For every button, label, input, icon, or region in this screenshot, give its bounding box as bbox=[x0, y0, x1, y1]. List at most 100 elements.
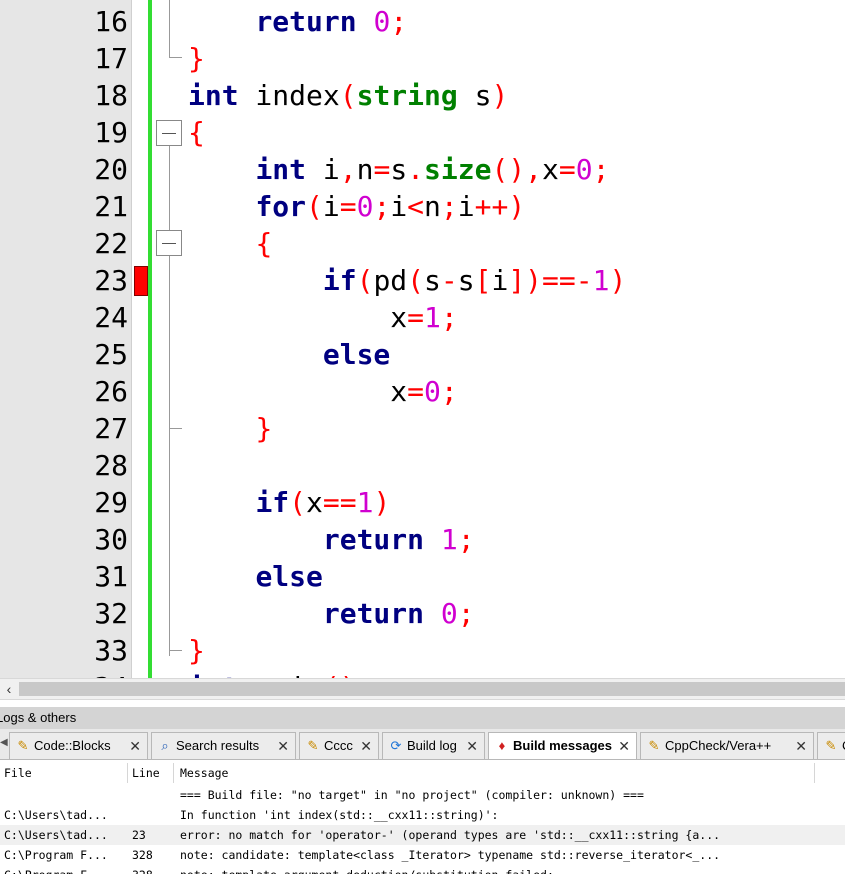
line-number[interactable]: 25 bbox=[0, 336, 128, 373]
column-separator[interactable] bbox=[173, 763, 174, 783]
code-line[interactable]: return 0; bbox=[188, 595, 475, 632]
code-line[interactable]: } bbox=[188, 632, 205, 669]
line-number[interactable]: 19 bbox=[0, 114, 128, 151]
fold-toggle-icon[interactable] bbox=[156, 120, 182, 146]
line-number[interactable]: 18 bbox=[0, 77, 128, 114]
tab-scroll-left-icon[interactable]: ◀ bbox=[0, 737, 8, 748]
code-line[interactable]: return 0; bbox=[188, 3, 407, 40]
column-header-file[interactable]: File bbox=[4, 764, 32, 782]
scrollbar-thumb[interactable] bbox=[19, 682, 845, 696]
code-token: int bbox=[255, 153, 307, 186]
code-line[interactable]: if(x==1) bbox=[188, 484, 390, 521]
line-number[interactable]: 26 bbox=[0, 373, 128, 410]
line-number[interactable]: 33 bbox=[0, 632, 128, 669]
tab-c[interactable]: ✎C bbox=[817, 732, 845, 759]
fold-toggle-icon[interactable] bbox=[156, 230, 182, 256]
build-messages-table[interactable]: File Line Message === Build file: "no ta… bbox=[0, 761, 845, 874]
code-token: ( bbox=[356, 264, 374, 297]
tab-build-messages[interactable]: ♦ Build messages ✕ bbox=[488, 732, 637, 759]
cell-file: C:\Program F... bbox=[4, 848, 108, 862]
line-number[interactable]: 16 bbox=[0, 3, 128, 40]
close-icon[interactable]: ✕ bbox=[795, 733, 807, 759]
table-row[interactable]: C:\Program F... 328 note: candidate: templ… bbox=[0, 845, 845, 865]
line-number[interactable]: 22 bbox=[0, 225, 128, 262]
code-token: 0 bbox=[356, 190, 374, 223]
line-number[interactable]: 29 bbox=[0, 484, 128, 521]
close-icon[interactable]: ✕ bbox=[277, 733, 289, 759]
code-token: 1 bbox=[356, 486, 374, 519]
line-number[interactable]: 31 bbox=[0, 558, 128, 595]
cell-file: C:\Users\tad... bbox=[4, 828, 108, 842]
table-row[interactable]: C:\Users\tad... In function 'int index(st… bbox=[0, 805, 845, 825]
code-line[interactable]: else bbox=[188, 558, 323, 595]
column-separator[interactable] bbox=[814, 763, 815, 783]
tab-cccc[interactable]: ✎ Cccc ✕ bbox=[299, 732, 379, 759]
code-token: } bbox=[188, 42, 205, 75]
close-icon[interactable]: ✕ bbox=[360, 733, 372, 759]
code-token: size bbox=[424, 153, 492, 186]
table-row[interactable]: C:\Program F... 328 note: template argumen… bbox=[0, 865, 845, 874]
code-editor[interactable]: 16171819202122232425262728293031323334 r… bbox=[0, 0, 845, 678]
line-number[interactable]: 27 bbox=[0, 410, 128, 447]
logs-panel-title: Logs & others bbox=[0, 707, 845, 729]
tab-code-blocks[interactable]: ✎ Code::Blocks ✕ bbox=[9, 732, 148, 759]
code-token: == bbox=[322, 486, 357, 519]
code-token: 0 bbox=[424, 375, 441, 408]
code-token: s bbox=[457, 79, 492, 112]
table-row[interactable]: C:\Users\tad... 23 error: no match for 'op… bbox=[0, 825, 845, 845]
code-token: ) bbox=[609, 264, 627, 297]
tab-build-log[interactable]: ⟳ Build log ✕ bbox=[382, 732, 485, 759]
line-number[interactable]: 34 bbox=[0, 669, 128, 678]
code-line[interactable]: } bbox=[188, 410, 272, 447]
code-line[interactable]: { bbox=[188, 225, 272, 262]
tab-cppcheck-vera[interactable]: ✎ CppCheck/Vera++ ✕ bbox=[640, 732, 814, 759]
code-line[interactable]: int i,n=s.size(),x=0; bbox=[188, 151, 609, 188]
code-line[interactable]: int index(string s) bbox=[188, 77, 508, 114]
code-line[interactable]: x=1; bbox=[188, 299, 457, 336]
code-token: ( bbox=[289, 486, 307, 519]
code-token: ( bbox=[407, 264, 425, 297]
line-number[interactable]: 28 bbox=[0, 447, 128, 484]
code-token: return bbox=[322, 523, 425, 556]
code-token: else bbox=[255, 560, 323, 593]
code-line[interactable]: x=0; bbox=[188, 373, 457, 410]
code-token: int bbox=[188, 671, 239, 678]
code-line[interactable]: return 1; bbox=[188, 521, 475, 558]
line-number[interactable]: 24 bbox=[0, 299, 128, 336]
cell-line: 328 bbox=[132, 848, 153, 862]
line-number[interactable]: 20 bbox=[0, 151, 128, 188]
line-number[interactable]: 17 bbox=[0, 40, 128, 77]
close-icon[interactable]: ✕ bbox=[129, 733, 141, 759]
code-token: { bbox=[188, 116, 205, 149]
code-token: - bbox=[440, 264, 458, 297]
horizontal-scrollbar[interactable]: ‹ bbox=[0, 678, 845, 700]
code-line[interactable]: if(pd(s-s[i])==-1) bbox=[188, 262, 626, 299]
line-number[interactable]: 32 bbox=[0, 595, 128, 632]
code-token: } bbox=[255, 412, 273, 445]
cell-message: In function 'int index(std::__cxx11::str… bbox=[180, 808, 499, 822]
code-token: pd bbox=[373, 264, 408, 297]
column-header-message[interactable]: Message bbox=[180, 764, 228, 782]
line-number[interactable]: 30 bbox=[0, 521, 128, 558]
error-marker-icon[interactable] bbox=[134, 266, 148, 296]
tab-search-results[interactable]: ⌕ Search results ✕ bbox=[151, 732, 296, 759]
table-row[interactable]: === Build file: "no target" in "no proje… bbox=[0, 785, 845, 805]
code-line[interactable]: for(i=0;i<n;i++) bbox=[188, 188, 525, 225]
column-header-line[interactable]: Line bbox=[132, 764, 160, 782]
code-token: 1 bbox=[440, 523, 458, 556]
code-line[interactable]: } bbox=[188, 40, 205, 77]
code-token: , bbox=[339, 153, 357, 186]
scroll-left-arrow-icon[interactable]: ‹ bbox=[0, 679, 18, 699]
code-line[interactable]: else bbox=[188, 336, 390, 373]
close-icon[interactable]: ✕ bbox=[618, 733, 630, 759]
code-line[interactable]: { bbox=[188, 114, 205, 151]
close-icon[interactable]: ✕ bbox=[466, 733, 478, 759]
column-separator[interactable] bbox=[127, 763, 128, 783]
line-number[interactable]: 23 bbox=[0, 262, 128, 299]
marker-margin[interactable] bbox=[132, 0, 149, 678]
line-number[interactable]: 21 bbox=[0, 188, 128, 225]
code-line[interactable]: int main() bbox=[188, 669, 357, 678]
